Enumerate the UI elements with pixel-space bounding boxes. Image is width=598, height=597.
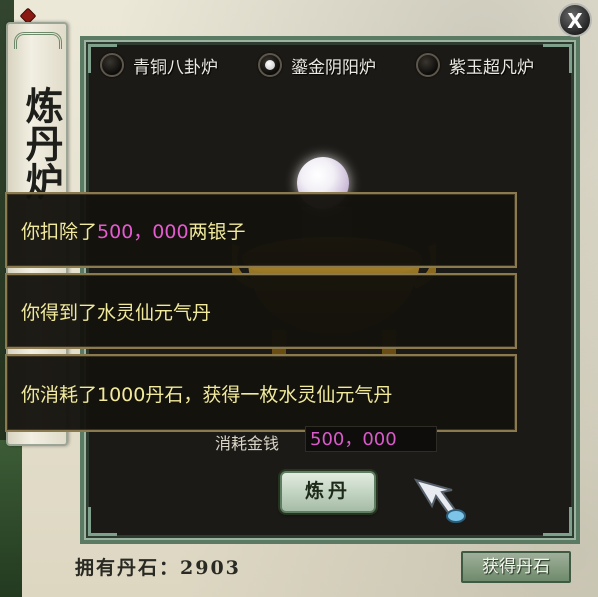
furnace-option-purple-jade[interactable]: 紫玉超凡炉 <box>416 50 534 80</box>
corner-ornament <box>88 507 117 536</box>
cost-label: 消耗金钱 <box>215 434 280 453</box>
furnace-option-bronze[interactable]: 青铜八卦炉 <box>100 50 218 80</box>
message-box: 你得到了水灵仙元气丹 <box>5 273 517 349</box>
game-screen: 炼丹炉 青铜八卦炉 鎏金阴阳炉 紫玉超凡炉 你扣除了 500，000 两银子 你… <box>0 0 598 597</box>
owned-stones-label: 拥有丹石： <box>75 557 181 579</box>
owned-stones-value: 2903 <box>180 557 241 579</box>
furnace-label: 鎏金阴阳炉 <box>291 57 376 78</box>
banner-cap-ornament <box>14 32 62 49</box>
message-box: 你消耗了1000丹石，获得一枚水灵仙元气丹 <box>5 354 517 432</box>
furnace-label: 青铜八卦炉 <box>133 57 218 78</box>
background-foliage <box>0 440 22 597</box>
corner-ornament <box>543 507 572 536</box>
message-text: 你得到了水灵仙元气丹 <box>21 301 212 324</box>
cost-value: 500，000 <box>305 426 437 452</box>
message-text: 你扣除了 <box>21 220 98 243</box>
money-amount: 500，000 <box>97 220 189 243</box>
get-stone-button[interactable]: 获得丹石 <box>461 551 571 583</box>
message-text: 你消耗了1000丹石，获得一枚水灵仙元气丹 <box>21 383 393 406</box>
radio-button-selected[interactable] <box>258 53 282 77</box>
message-text: 两银子 <box>188 220 246 243</box>
cursor-icon <box>413 478 466 523</box>
furnace-option-gilded[interactable]: 鎏金阴阳炉 <box>258 50 376 80</box>
owned-stones: 拥有丹石：2903 <box>75 553 241 580</box>
corner-ornament <box>543 44 572 73</box>
furnace-label: 紫玉超凡炉 <box>449 57 534 78</box>
message-box: 你扣除了 500，000 两银子 <box>5 192 517 268</box>
banner-title: 炼丹炉 <box>19 86 64 200</box>
radio-button[interactable] <box>100 53 124 77</box>
close-button[interactable]: X <box>558 3 592 37</box>
radio-button[interactable] <box>416 53 440 77</box>
refine-button[interactable]: 炼丹 <box>280 471 376 513</box>
